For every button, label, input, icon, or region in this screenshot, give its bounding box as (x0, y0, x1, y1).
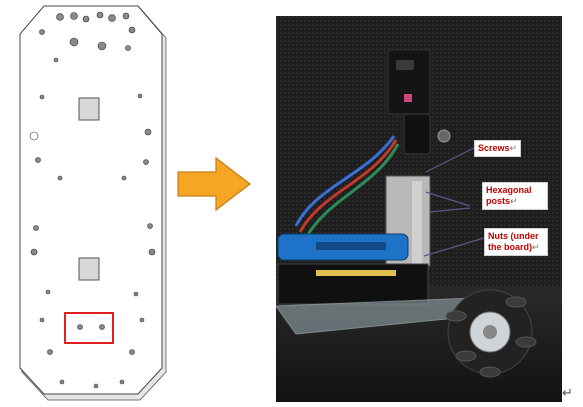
plate-cutout (78, 257, 100, 281)
screws-label: Screws↵ (474, 140, 522, 157)
nuts-label-text: Nuts (under the board) (488, 231, 539, 252)
robot-photo: Screws↵ Hexagonal posts↵ Nuts (under the… (276, 16, 562, 402)
return-icon: ↵ (532, 242, 540, 252)
highlight-box (64, 312, 114, 344)
hex-posts-label-text: Hexagonal posts (486, 185, 532, 206)
nuts-label: Nuts (under the board)↵ (484, 228, 548, 256)
screws-label-text: Screws (478, 143, 510, 153)
return-icon: ↵ (509, 143, 518, 153)
arrow-right-icon (177, 156, 251, 212)
plate-cutout (78, 97, 100, 121)
hex-posts-label: Hexagonal posts↵ (482, 182, 548, 210)
paragraph-mark: ↵ (562, 386, 573, 401)
return-icon: ↵ (510, 196, 518, 206)
